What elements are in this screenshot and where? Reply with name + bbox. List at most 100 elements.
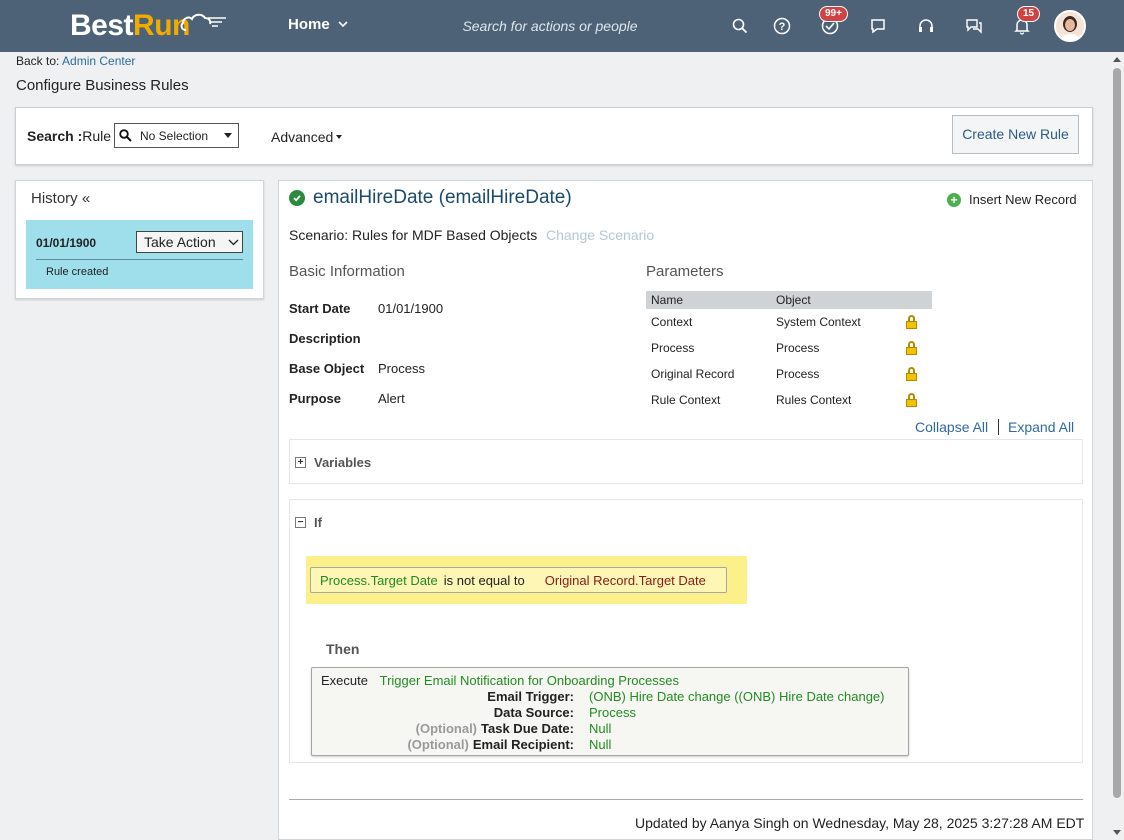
home-label: Home [288,16,330,33]
table-row: Rule Context Rules Context [646,387,932,413]
updated-by-text: Updated by Aanya Singh on Wednesday, May… [635,815,1085,831]
chevron-down-icon [338,21,348,28]
help-icon[interactable]: ? [770,14,794,38]
optional-tag: (Optional) [415,721,478,736]
scroll-down-arrow-icon[interactable] [1113,830,1121,835]
param-label-text: Task Due Date: [481,721,574,736]
scroll-thumb[interactable] [1113,68,1121,798]
scenario-label: Scenario: [289,227,349,243]
param-name: Context [651,315,693,329]
param-label: (Optional) Task Due Date: [312,721,574,736]
collapse-all-link[interactable]: Collapse All [915,419,988,435]
condition-highlight: Process.Target Date is not equal to Orig… [306,556,747,604]
param-object: Process [776,367,820,381]
scenario-line: Scenario: Rules for MDF Based Objects [289,227,537,243]
field-label: Base Object [289,361,365,376]
param-value[interactable]: Null [589,721,611,736]
search-panel: Search :Rule No Selection Advanced Creat… [15,107,1093,165]
svg-text:?: ? [779,21,786,33]
advanced-search-toggle[interactable]: Advanced [271,129,343,145]
param-object: Process [776,341,820,355]
param-name: Process [651,341,695,355]
search-sub-label: Rule [82,128,112,144]
field-label: Start Date [289,301,351,316]
todo-badge: 99+ [819,6,848,22]
execute-param-row: Email Trigger: (ONB) Hire Date change ((… [312,689,910,704]
logo-text-best: Best [70,9,134,42]
parameters-heading: Parameters [646,263,724,280]
search-icon [119,129,132,142]
expand-all-link[interactable]: Expand All [1008,419,1074,435]
execute-param-row: (Optional) Task Due Date: Null [312,721,910,736]
table-row: Original Record Process [646,361,932,387]
param-label: Data Source: [312,705,574,720]
expand-plus-icon[interactable]: + [295,457,306,468]
rule-title-text: emailHireDate (emailHireDate) [313,187,572,208]
dropdown-caret-icon [336,135,343,139]
execute-function[interactable]: Trigger Email Notification for Onboardin… [380,673,679,688]
column-header-name: Name [651,293,684,307]
global-search-input[interactable]: Search for actions or people [420,12,680,40]
history-entry-divider [36,259,243,260]
insert-new-record-button[interactable]: + Insert New Record [947,192,1077,207]
field-value: Process [378,361,425,376]
history-entry: 01/01/1900 Take Action Rule created [26,220,253,289]
execute-keyword: Execute [321,673,368,688]
variables-section: + Variables [289,439,1083,484]
param-value[interactable]: Null [589,737,611,752]
headset-icon[interactable] [914,14,938,38]
field-row-start-date: Start Date 01/01/1900 [289,301,443,316]
lock-icon [906,341,917,355]
optional-tag: (Optional) [407,737,469,752]
column-header-object: Object [776,293,811,307]
lock-icon [906,393,917,407]
dropdown-caret-icon [224,133,232,138]
condition-right-operand[interactable]: Original Record.Target Date [545,573,706,588]
condition-operator[interactable]: is not equal to [444,573,525,588]
chevron-down-icon [228,239,239,245]
insert-new-record-label: Insert New Record [969,192,1077,207]
field-value: 01/01/1900 [378,301,444,316]
param-value[interactable]: (ONB) Hire Date change ((ONB) Hire Date … [589,689,885,704]
field-label: Purpose [289,391,342,406]
scenario-value: Rules for MDF Based Objects [352,227,538,243]
search-label: Search :Rule [27,128,111,144]
lock-icon [906,367,917,381]
table-row: Process Process [646,335,932,361]
take-action-button[interactable]: Take Action [136,231,243,253]
create-new-rule-button[interactable]: Create New Rule [952,115,1079,154]
field-label: Description [289,331,361,346]
scroll-up-arrow-icon[interactable] [1113,57,1121,62]
footer-divider [289,799,1083,800]
search-icon[interactable] [728,14,752,38]
variables-header[interactable]: + Variables [295,455,371,470]
execute-param-row: Data Source: Process [312,705,910,720]
param-name: Rule Context [651,393,721,407]
lock-icon [906,315,917,329]
if-header[interactable]: − If [295,515,322,530]
history-title[interactable]: History « [31,190,90,207]
condition-left-operand[interactable]: Process.Target Date [320,573,438,588]
take-action-label: Take Action [144,234,216,250]
feedback-icon[interactable] [962,14,986,38]
field-row-purpose: Purpose Alert [289,391,405,406]
user-avatar[interactable] [1054,10,1086,42]
chat-icon[interactable] [866,14,890,38]
collapse-minus-icon[interactable]: − [295,517,306,528]
param-label-text: Email Trigger: [487,689,574,704]
page-scrollbar[interactable] [1110,52,1124,840]
rule-detail-panel: emailHireDate (emailHireDate) + Insert N… [278,180,1093,840]
if-section: − If Process.Target Date is not equal to… [289,499,1083,763]
change-scenario-link[interactable]: Change Scenario [546,227,654,243]
condition-expression[interactable]: Process.Target Date is not equal to Orig… [310,567,727,593]
link-divider [998,419,999,435]
if-label: If [314,515,322,530]
home-menu[interactable]: Home [288,16,348,33]
breadcrumb-prefix: Back to: [16,54,60,68]
rule-select[interactable]: No Selection [114,123,239,148]
parameters-table: Name Object Context System Context Proce… [646,291,932,413]
admin-center-link[interactable]: Admin Center [62,54,135,68]
history-panel: History « 01/01/1900 Take Action Rule cr… [15,180,264,299]
param-value[interactable]: Process [589,705,636,720]
bestrun-logo[interactable]: Best Run [70,8,226,44]
